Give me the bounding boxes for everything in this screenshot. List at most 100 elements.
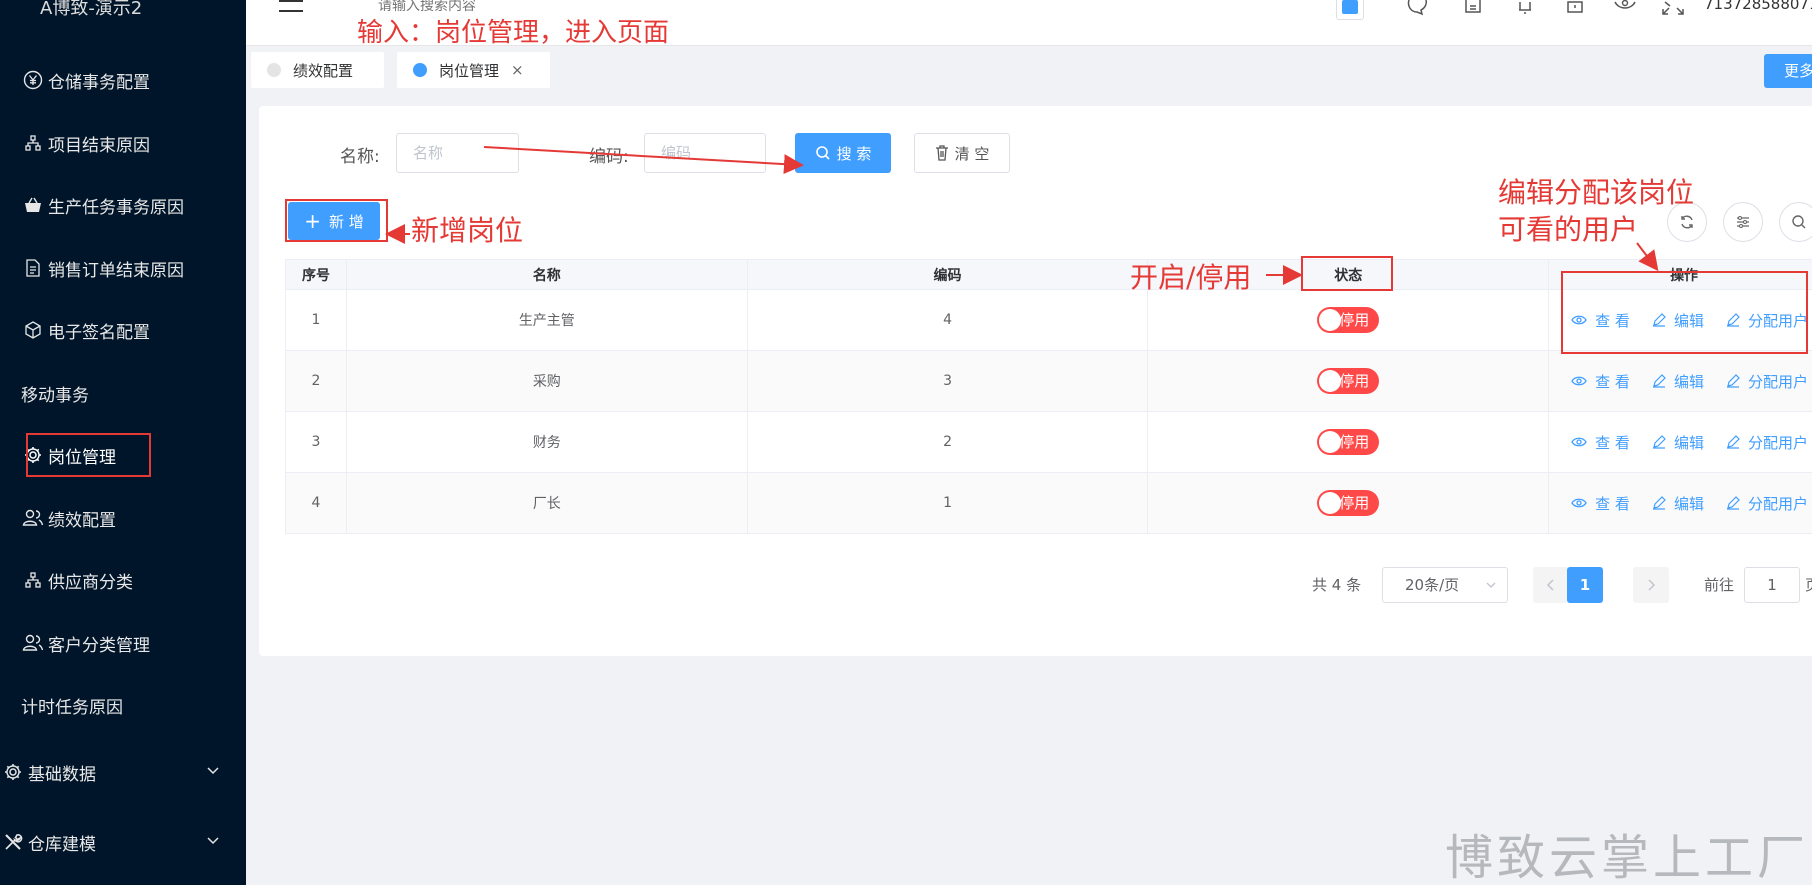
row-status: 停用 [1148,412,1550,472]
hamburger-icon[interactable] [278,0,304,18]
search-button[interactable]: 搜 索 [795,133,891,173]
tab-performance-config[interactable]: 绩效配置 [251,52,384,88]
bell-icon[interactable] [1516,0,1534,20]
assign-users-link[interactable]: 分配用户 [1726,432,1808,453]
next-page-button[interactable] [1633,567,1669,603]
row-index: 2 [286,351,347,411]
row-code: 2 [748,412,1149,472]
highlight-box-status [1301,256,1393,291]
sidebar-group-warehouse-modeling[interactable]: 仓库建模 [0,817,246,867]
header-select[interactable] [1336,0,1364,20]
sidebar-item-production-task-reason[interactable]: 生产任务事务原因 [0,180,246,230]
eye-icon [1571,437,1587,447]
row-index: 3 [286,412,347,472]
page-number-button[interactable]: 1 [1567,567,1603,603]
status-switch[interactable]: 停用 [1317,307,1380,333]
eye-icon[interactable] [1614,0,1636,18]
refresh-icon [1681,215,1693,229]
view-link-label: 查 看 [1595,372,1630,391]
chevron-left-icon [1546,579,1554,591]
basket-icon [20,195,46,215]
goto-suffix: 页 [1805,574,1812,595]
sidebar-item-label: 计时任务原因 [21,697,123,718]
sidebar-item-supplier-category[interactable]: 供应商分类 [0,555,246,605]
sidebar-group-basic-data[interactable]: 基础数据 [0,747,246,797]
annotation-top: 输入：岗位管理，进入页面 [357,18,670,48]
edit-link[interactable]: 编辑 [1652,493,1704,514]
row-index: 4 [286,473,347,533]
row-code: 1 [748,473,1149,533]
prev-page-button[interactable] [1533,567,1569,603]
page-size-select[interactable]: 20条/页 [1382,567,1508,603]
switch-knob [1319,431,1342,453]
sidebar-item-label: 项目结束原因 [48,135,150,156]
edit-link-label: 编辑 [1673,372,1704,391]
sidebar-item-sales-order-reason[interactable]: 销售订单结束原因 [0,243,246,293]
sidebar-item-project-end-reason[interactable]: 项目结束原因 [0,118,246,168]
user-account[interactable]: 713728588071 [1704,0,1812,13]
view-link-label: 查 看 [1595,494,1630,513]
clear-button-label: 清 空 [954,144,990,163]
edit-link[interactable]: 编辑 [1652,432,1704,453]
more-button[interactable]: 更多 [1764,54,1812,88]
column-settings-button[interactable] [1723,202,1763,242]
row-status: 停用 [1148,290,1550,350]
row-name: 厂长 [347,473,748,533]
sidebar-item-label: 供应商分类 [48,572,133,593]
code-filter-input[interactable]: 编码 [644,133,766,173]
yen-icon [20,70,46,90]
view-link[interactable]: 查 看 [1571,371,1630,392]
switch-knob [1319,309,1342,331]
assign-users-link[interactable]: 分配用户 [1726,493,1808,514]
status-switch[interactable]: 停用 [1317,429,1380,455]
sidebar-item-performance-config[interactable]: 绩效配置 [0,493,246,543]
annotation-assign-line2: 可看的用户 [1498,213,1639,246]
eye-icon [1571,498,1587,508]
status-switch[interactable]: 停用 [1317,368,1380,394]
row-actions: 查 看 编辑 分配用户 [1549,473,1812,533]
sidebar-item-label: 销售订单结束原因 [48,260,184,281]
sidebar-item-label: 仓储事务配置 [48,72,150,93]
view-link[interactable]: 查 看 [1571,493,1630,514]
toggle-search-button[interactable] [1779,202,1812,242]
pencil-icon [1652,496,1666,510]
goto-page-input[interactable]: 1 [1744,567,1800,603]
clipboard-icon[interactable] [1464,0,1482,18]
sidebar-item-e-signature[interactable]: 电子签名配置 [0,305,246,355]
close-icon[interactable]: × [511,61,524,79]
pencil-icon [1726,496,1740,510]
name-filter-input[interactable]: 名称 [396,133,519,173]
hierarchy-icon [20,571,46,589]
fullscreen-icon[interactable] [1662,0,1684,20]
sidebar-item-mobile-transaction[interactable]: 移动事务 [0,368,246,418]
tools-icon [0,832,26,852]
pencil-icon [1726,374,1740,388]
lock-icon[interactable] [1566,0,1584,20]
status-switch[interactable]: 停用 [1317,490,1380,516]
chevron-down-icon [1342,0,1358,14]
row-status: 停用 [1148,351,1550,411]
message-icon[interactable] [1406,0,1428,20]
trash-icon [935,145,948,161]
column-header: 编码 [748,260,1149,289]
search-icon [1792,215,1806,229]
row-status: 停用 [1148,473,1550,533]
tab-position-management[interactable]: 岗位管理 × [397,52,550,88]
sidebar-item-warehouse-transaction[interactable]: 仓储事务配置 [0,55,246,105]
assign-users-link[interactable]: 分配用户 [1726,371,1808,392]
clear-button[interactable]: 清 空 [914,133,1010,173]
row-index: 1 [286,290,347,350]
sidebar-item-label: 仓库建模 [28,834,96,855]
highlight-box-add [285,199,388,242]
sidebar-item-label: 电子签名配置 [48,322,150,343]
row-code: 3 [748,351,1149,411]
edit-link[interactable]: 编辑 [1652,371,1704,392]
annotation-add: 新增岗位 [411,214,524,247]
view-link-label: 查 看 [1595,433,1630,452]
column-header: 序号 [286,260,347,289]
sidebar-item-customer-category[interactable]: 客户分类管理 [0,618,246,668]
table-row: 4 厂长 1 停用 查 看 编辑 分配用户 [286,473,1812,534]
view-link[interactable]: 查 看 [1571,432,1630,453]
switch-label: 停用 [1339,494,1370,512]
sidebar-item-timed-task-reason[interactable]: 计时任务原因 [0,680,246,730]
